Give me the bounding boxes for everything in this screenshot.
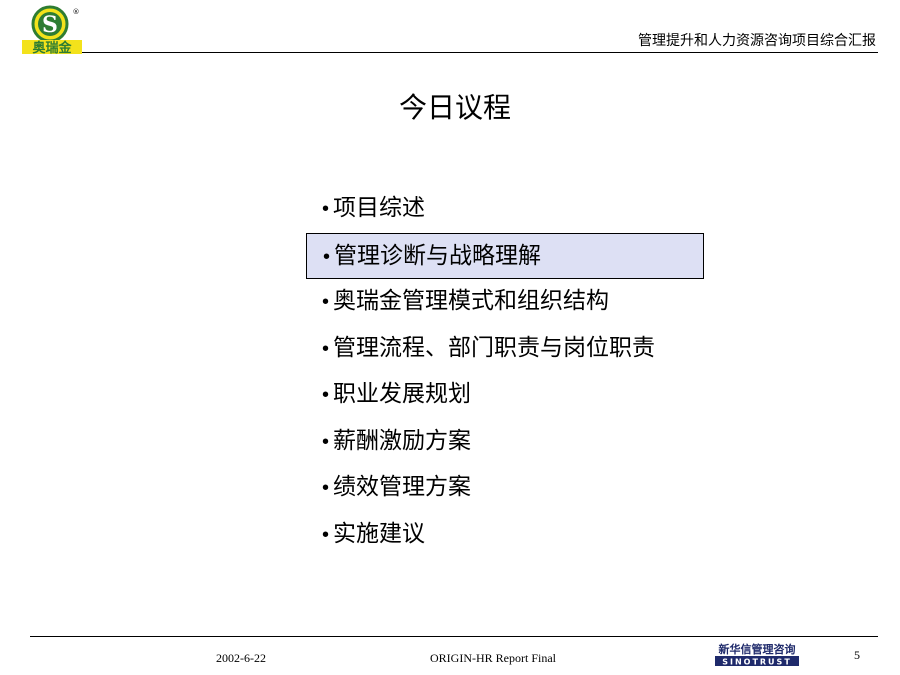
- bullet: •: [322, 523, 330, 546]
- agenda-item-label: 职业发展规划: [333, 381, 472, 407]
- agenda-item-label: 项目综述: [333, 195, 426, 221]
- sinotrust-logo-en: SINOTRUST: [722, 658, 792, 667]
- page-number: 5: [854, 648, 860, 662]
- agenda-item-label: 绩效管理方案: [333, 474, 472, 500]
- agenda-item-label: 实施建议: [333, 520, 426, 547]
- bullet: •: [322, 337, 330, 360]
- footer-report-name: ORIGIN-HR Report Final: [430, 651, 556, 665]
- slide-title: 今日议程: [398, 91, 511, 124]
- footer-divider: [30, 636, 878, 637]
- bullet: •: [322, 430, 330, 453]
- bullet: •: [322, 198, 330, 220]
- agenda-item-label: 管理诊断与战略理解: [334, 242, 542, 269]
- header-title: 管理提升和人力资源咨询项目综合汇报: [638, 33, 876, 49]
- agenda-item-label: 奥瑞金管理模式和组织结构: [333, 288, 610, 314]
- sinotrust-logo-cn: 新华信管理咨询: [719, 642, 796, 656]
- sinotrust-logo: 新华信管理咨询 SINOTRUST: [712, 641, 802, 667]
- agenda-item-label: 管理流程、部门职责与岗位职责: [333, 334, 656, 361]
- agenda-item-current: • 管理诊断与战略理解: [306, 232, 704, 279]
- agenda-item: • 奥瑞金管理模式和组织结构: [306, 279, 704, 326]
- logo-text: 奥瑞金: [32, 40, 72, 54]
- agenda-item: • 管理流程、部门职责与岗位职责: [306, 326, 704, 373]
- bullet: •: [322, 477, 330, 499]
- registered-mark: ®: [73, 8, 80, 16]
- agenda-item: • 绩效管理方案: [306, 465, 704, 512]
- agenda-item: • 薪酬激励方案: [306, 419, 704, 466]
- header-divider: [82, 52, 878, 53]
- logo-letter: S: [42, 12, 58, 38]
- bullet: •: [322, 291, 330, 313]
- agenda-item: • 职业发展规划: [306, 372, 704, 419]
- bullet: •: [322, 384, 330, 406]
- agenda-item: • 实施建议: [306, 512, 704, 559]
- agenda-list: • 项目综述 • 管理诊断与战略理解 • 奥瑞金管理模式和组织结构 • 管理流程、部门职…: [306, 186, 704, 558]
- origin-logo: S ® 奥瑞金: [22, 4, 82, 54]
- agenda-item: • 项目综述: [306, 186, 704, 233]
- agenda-item-label: 薪酬激励方案: [333, 427, 472, 454]
- footer-date: 2002-6-22: [216, 651, 266, 665]
- bullet: •: [323, 245, 331, 268]
